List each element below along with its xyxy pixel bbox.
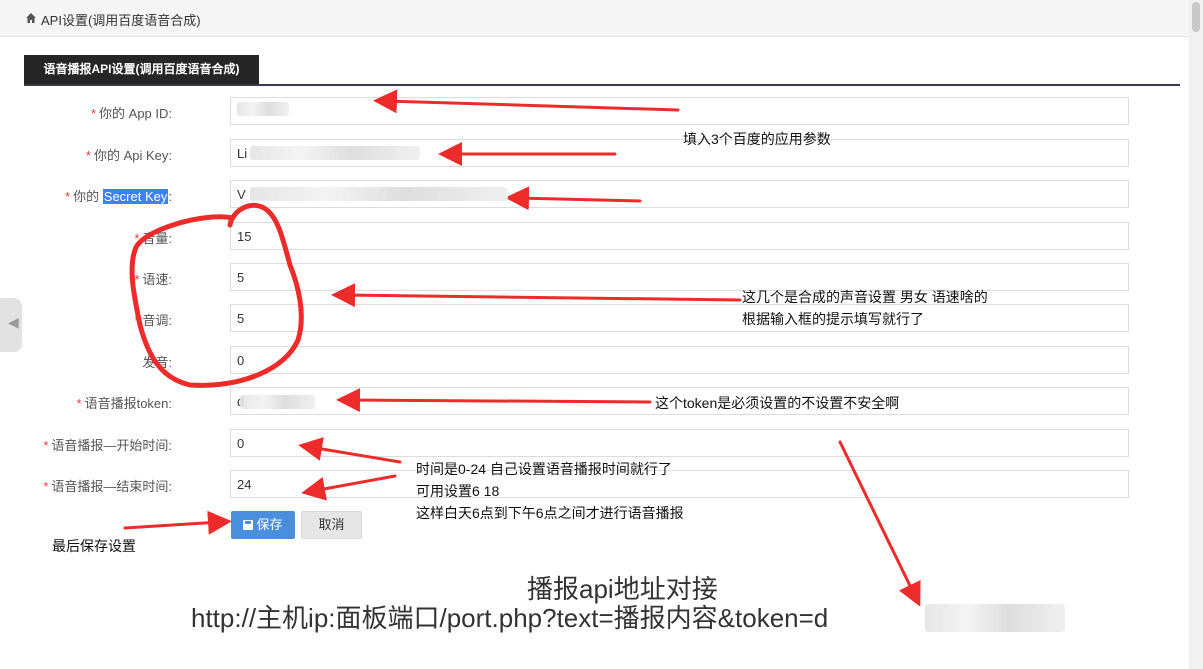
form-label-text: 语音播报—结束时间:: [51, 479, 172, 494]
form-label: * 语音播报token:: [77, 393, 172, 412]
arrow-voice: [331, 283, 742, 308]
form-input[interactable]: [230, 304, 1129, 332]
form-row: * 语音播报—开始时间:: [0, 429, 1180, 457]
breadcrumb-bar: API设置(调用百度语音合成): [0, 0, 1203, 37]
annotation-voice-line1: 这几个是合成的声音设置 男女 语速啥的: [742, 289, 988, 305]
redacted-value: [240, 395, 315, 409]
save-icon: [243, 520, 254, 530]
cancel-button[interactable]: 取消: [301, 511, 362, 539]
form-label: * 你的 Secret Key:: [65, 186, 172, 205]
form-input[interactable]: [230, 346, 1129, 374]
required-mark: *: [90, 106, 97, 121]
required-mark: *: [43, 479, 49, 494]
form-label-suffix: :: [168, 189, 172, 204]
form-input[interactable]: [230, 470, 1129, 498]
form-label: 发音:: [142, 352, 172, 371]
annotation-time-line1: 时间是0-24 自己设置语音播报时间就行了: [416, 461, 672, 477]
annotation-time-line3: 这样白天6点到下午6点之间才进行语音播报: [416, 505, 684, 521]
form-label-text: 语音播报—开始时间:: [51, 438, 172, 453]
scrollbar[interactable]: [1189, 0, 1203, 669]
form-row: 发音:: [0, 346, 1180, 374]
form-label-text: 语速:: [142, 272, 172, 287]
scrollbar-thumb[interactable]: [1192, 2, 1200, 32]
redacted-value: [237, 102, 289, 116]
tab-api-settings[interactable]: 语音播报API设置(调用百度语音合成): [24, 55, 259, 84]
save-label: 保存: [256, 517, 283, 532]
form-label: * 你的 App ID:: [91, 103, 172, 122]
required-mark: *: [134, 313, 140, 328]
home-icon[interactable]: [25, 12, 37, 24]
form-input[interactable]: [230, 97, 1129, 125]
form-label: * 语音播报—结束时间:: [43, 476, 172, 495]
required-mark: *: [134, 272, 140, 287]
form-input[interactable]: [230, 263, 1129, 291]
required-mark: *: [65, 189, 71, 204]
form-label-text: 发音:: [142, 355, 172, 370]
annotation-api-url: http://主机ip:面板端口/port.php?text=播报内容&toke…: [191, 603, 829, 633]
form-label-text: 你的 App ID:: [99, 106, 172, 121]
save-button[interactable]: 保存: [231, 511, 295, 539]
form-row: * 音量:: [0, 222, 1180, 250]
annotation-time-line2: 可用设置6 18: [416, 483, 500, 499]
annotation-fill-params: 填入3个百度的应用参数: [683, 131, 831, 147]
form-label-text: 音调:: [142, 313, 172, 328]
form-label-highlight: Secret Key: [102, 189, 169, 204]
required-mark: *: [43, 438, 49, 453]
form-label: * 音量:: [134, 228, 172, 247]
form-label-text: 语音播报token:: [84, 396, 172, 411]
form-label-text: 你的: [73, 189, 103, 204]
form-row: * 语速:: [0, 263, 1180, 291]
form-row: * 音调:: [0, 304, 1180, 332]
form-label-text: 音量:: [142, 231, 172, 246]
form-input[interactable]: [230, 429, 1129, 457]
form-row: * 你的 App ID:: [0, 97, 1180, 125]
arrow-save: [123, 510, 232, 535]
form-row: * 你的 Api Key:: [0, 139, 1180, 167]
form-label: * 你的 Api Key:: [86, 145, 172, 164]
annotation-save-note: 最后保存设置: [52, 538, 136, 554]
breadcrumb-title[interactable]: API设置(调用百度语音合成): [41, 10, 201, 29]
required-mark: *: [85, 148, 91, 163]
arrow-token-url: [838, 440, 921, 607]
annotation-token-note: 这个token是必须设置的不设置不安全啊: [655, 395, 900, 411]
redacted-value: [250, 146, 420, 160]
form-label: * 语音播报—开始时间:: [43, 435, 172, 454]
form-input[interactable]: [230, 222, 1129, 250]
form-row: * 你的 Secret Key:: [0, 180, 1180, 208]
redacted-value: [250, 187, 508, 201]
redacted-token-url: [925, 604, 1065, 632]
form-label-text: 你的 Api Key:: [93, 148, 172, 163]
annotation-voice-line2: 根据输入框的提示填写就行了: [742, 311, 924, 327]
form-row: * 语音播报token:: [0, 387, 1180, 415]
tab-bar: 语音播报API设置(调用百度语音合成): [24, 55, 1180, 86]
form-label: * 音调:: [134, 310, 172, 329]
required-mark: *: [76, 396, 82, 411]
required-mark: *: [134, 231, 140, 246]
form-label: * 语速:: [134, 269, 172, 288]
